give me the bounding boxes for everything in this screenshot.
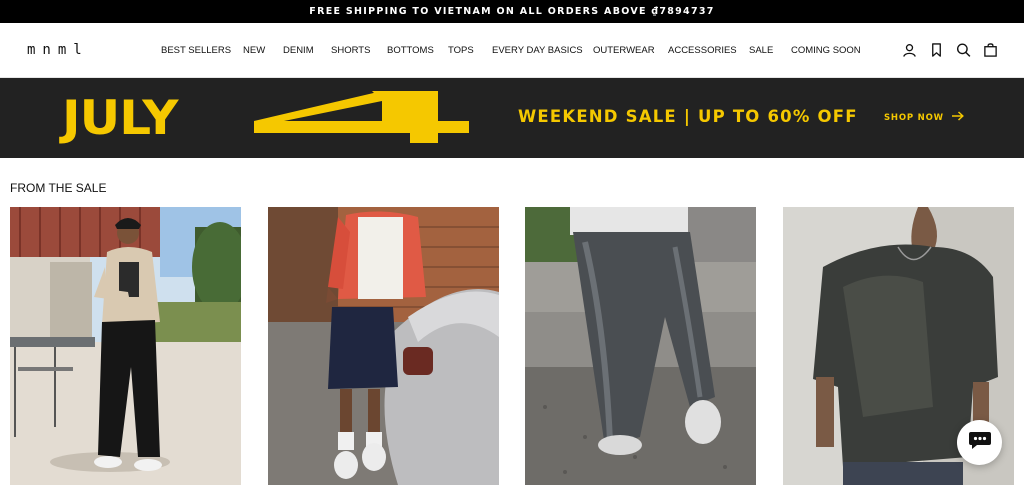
cart-bag-icon[interactable] [983, 42, 998, 58]
nav-denim[interactable]: DENIM [283, 45, 314, 56]
nav-sale[interactable]: SALE [749, 45, 773, 56]
arrow-right-icon [951, 111, 964, 124]
product-card-3[interactable] [525, 207, 756, 485]
nav-new[interactable]: NEW [243, 45, 265, 56]
chat-button[interactable] [957, 420, 1002, 465]
search-icon[interactable] [956, 42, 971, 58]
account-icon[interactable] [902, 42, 917, 58]
product-image-2 [268, 207, 499, 485]
chat-bubble-icon [968, 430, 992, 455]
nav-accessories[interactable]: ACCESSORIES [668, 45, 737, 56]
nav-shorts[interactable]: SHORTS [331, 45, 370, 56]
nav-bottoms[interactable]: BOTTOMS [387, 45, 434, 56]
shop-now-link[interactable]: SHOP NOW [884, 111, 964, 124]
banner-number-4-graphic [254, 91, 469, 143]
nav-coming-soon[interactable]: COMING SOON [791, 45, 861, 56]
nav-outerwear[interactable]: OUTERWEAR [593, 45, 655, 56]
product-card-2[interactable] [268, 207, 499, 485]
header-icons [902, 42, 998, 58]
section-title: FROM THE SALE [10, 181, 107, 195]
product-image-1 [10, 207, 241, 485]
wishlist-bookmark-icon[interactable] [929, 42, 944, 58]
banner-headline: JULY [62, 90, 178, 146]
product-card-1[interactable] [10, 207, 241, 485]
banner-sale-text: WEEKEND SALE | UP TO 60% OFF [518, 107, 858, 126]
nav-tops[interactable]: TOPS [448, 45, 474, 56]
nav-every-day-basics[interactable]: EVERY DAY BASICS [492, 45, 583, 56]
shop-now-label: SHOP NOW [884, 112, 944, 123]
announcement-bar: FREE SHIPPING TO VIETNAM ON ALL ORDERS A… [0, 0, 1024, 23]
promo-banner[interactable]: JULY WEEKEND SALE | UP TO 60% OFF SHOP N… [0, 78, 1024, 158]
main-nav: BEST SELLERS NEW DENIM SHORTS BOTTOMS TO… [0, 23, 1024, 78]
product-image-3 [525, 207, 756, 485]
site-header: mnml BEST SELLERS NEW DENIM SHORTS BOTTO… [0, 23, 1024, 78]
nav-best-sellers[interactable]: BEST SELLERS [161, 45, 231, 56]
